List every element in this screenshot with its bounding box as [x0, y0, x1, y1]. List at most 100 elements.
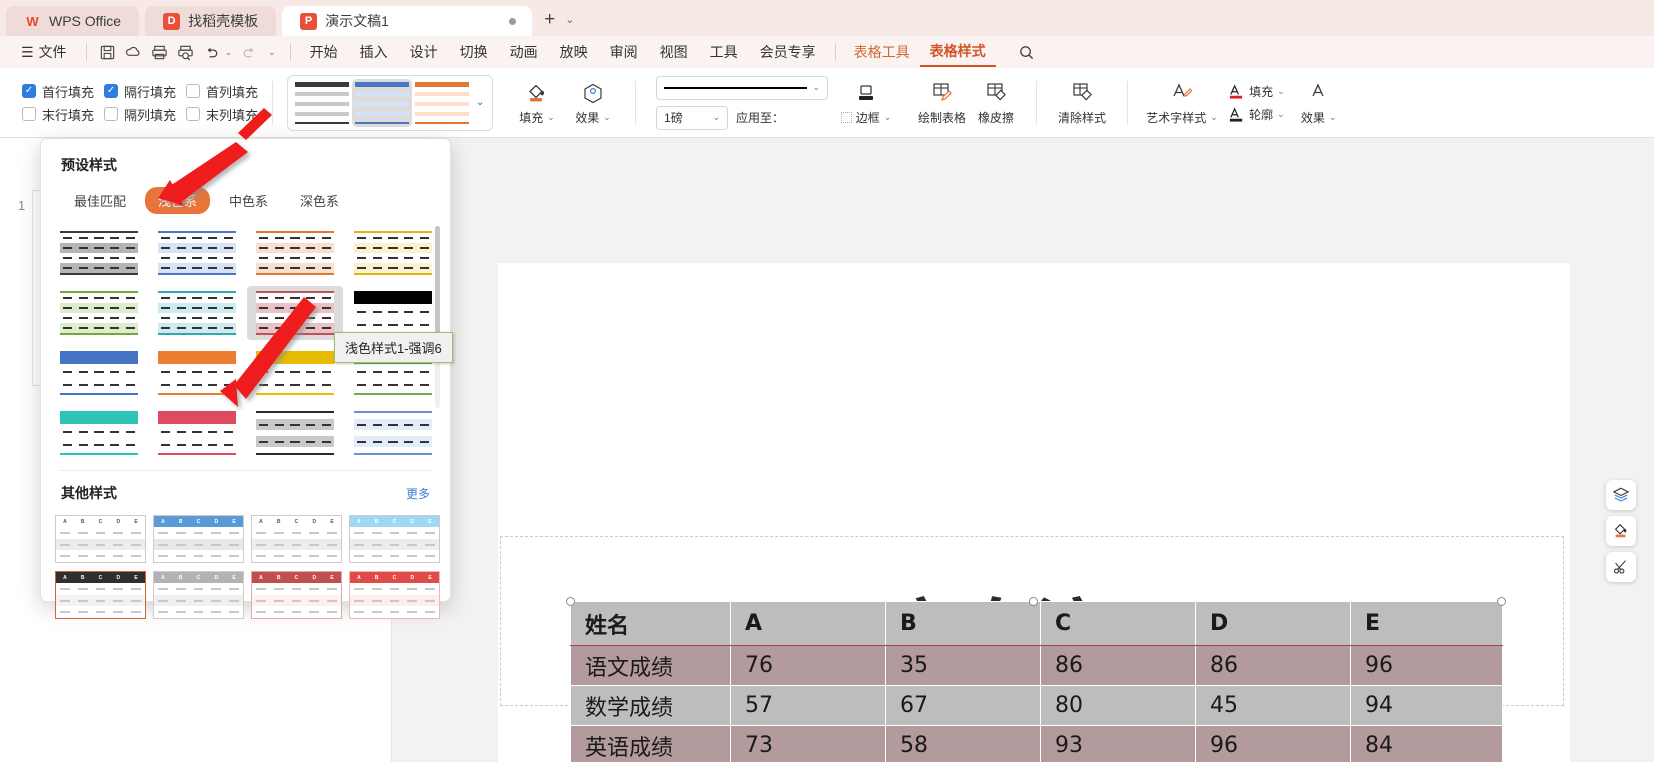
gallery-thumb-blue[interactable]	[352, 79, 412, 127]
other-style-4[interactable]: ABCDE	[349, 515, 440, 563]
text-effect-button[interactable]: 效果⌄	[1291, 74, 1347, 132]
checkbox-banded-columns[interactable]: 隔列填充	[104, 105, 176, 124]
other-style-6[interactable]: ABCDE	[153, 571, 244, 619]
resize-handle-tl[interactable]	[566, 597, 575, 606]
new-tab-button[interactable]: +	[544, 9, 555, 31]
chevron-down-icon[interactable]: ⌄	[547, 112, 555, 123]
app-tab-docer[interactable]: D 找稻壳模板	[145, 6, 276, 36]
table-cell[interactable]: 84	[1351, 726, 1503, 762]
ribbon-tab-design[interactable]: 设计	[399, 39, 449, 65]
print-preview-icon[interactable]	[173, 40, 199, 64]
table-cell[interactable]: 86	[1041, 646, 1196, 686]
table-cell[interactable]: 57	[731, 686, 886, 726]
slide-canvas[interactable]: 空白演示 单击此处输入副标题 姓名 A B C	[498, 263, 1570, 762]
table-header-row[interactable]: 姓名 A B C D E	[571, 602, 1503, 646]
other-style-1[interactable]: ABCDE	[55, 515, 146, 563]
checkbox-first-column-fill[interactable]: 首列填充	[186, 82, 258, 101]
search-icon[interactable]	[1014, 40, 1040, 64]
table-header-cell[interactable]: A	[731, 602, 886, 646]
ribbon-tab-member[interactable]: 会员专享	[749, 39, 827, 65]
redo-icon[interactable]	[236, 40, 262, 64]
save-icon[interactable]	[95, 40, 121, 64]
ribbon-tab-table-style[interactable]: 表格样式	[920, 37, 996, 67]
table-header-cell[interactable]: B	[886, 602, 1041, 646]
category-dark[interactable]: 深色系	[287, 187, 352, 214]
more-commands-icon[interactable]: ⌄	[268, 47, 276, 58]
preset-style-light-style-1-accent3[interactable]	[345, 226, 441, 280]
table-cell-label[interactable]: 语文成绩	[571, 646, 731, 686]
chevron-down-icon[interactable]: ⌄	[1329, 112, 1337, 123]
table-cell-label[interactable]: 英语成绩	[571, 726, 731, 762]
ribbon-tab-review[interactable]: 审阅	[599, 39, 649, 65]
eraser-button[interactable]: 橡皮擦	[970, 74, 1022, 132]
category-best-match[interactable]: 最佳匹配	[61, 187, 139, 214]
chevron-down-icon[interactable]: ⌄	[813, 82, 821, 93]
table-cell[interactable]: 80	[1041, 686, 1196, 726]
clear-style-button[interactable]: 清除样式	[1051, 74, 1113, 132]
selection-pane-button[interactable]	[1606, 552, 1636, 582]
table-cell[interactable]: 35	[886, 646, 1041, 686]
table-cell[interactable]: 58	[886, 726, 1041, 762]
preset-style-light-style-1-accent2[interactable]	[247, 226, 343, 280]
table-header-cell[interactable]: C	[1041, 602, 1196, 646]
table-cell[interactable]: 67	[886, 686, 1041, 726]
table-effect-button[interactable]: 效果⌄	[565, 74, 621, 132]
scrollbar-thumb[interactable]	[435, 226, 440, 334]
preset-style-light-style-2-accent1[interactable]	[51, 346, 147, 400]
preset-style-light-style-1-accent4[interactable]	[51, 286, 147, 340]
chevron-down-icon[interactable]: ⌄	[1277, 109, 1285, 120]
checkbox-banded-rows[interactable]: 隔行填充	[104, 82, 176, 101]
resize-handle-tm[interactable]	[1029, 597, 1038, 606]
ribbon-tab-tools[interactable]: 工具	[699, 39, 749, 65]
chevron-down-icon[interactable]: ⌄	[603, 112, 611, 123]
table-cell[interactable]: 45	[1196, 686, 1351, 726]
table-cell[interactable]: 93	[1041, 726, 1196, 762]
table-cell[interactable]: 96	[1196, 726, 1351, 762]
table-row[interactable]: 语文成绩 76 35 86 86 96	[571, 646, 1503, 686]
print-icon[interactable]	[147, 40, 173, 64]
ribbon-tab-slideshow[interactable]: 放映	[549, 39, 599, 65]
preset-style-light-style-1-none[interactable]	[51, 226, 147, 280]
table-cell[interactable]: 73	[731, 726, 886, 762]
text-fill-button[interactable]: 填充 ⌄	[1228, 83, 1285, 100]
preset-style-light-style-1-accent1[interactable]	[149, 226, 245, 280]
table-style-gallery[interactable]: ⌄	[287, 75, 493, 131]
layers-panel-button[interactable]	[1606, 480, 1636, 510]
undo-icon[interactable]	[199, 40, 225, 64]
ribbon-tab-start[interactable]: 开始	[299, 39, 349, 65]
chevron-down-icon[interactable]: ⌄	[713, 112, 721, 123]
chevron-down-icon[interactable]: ⌄	[1210, 112, 1218, 123]
ribbon-tab-transition[interactable]: 切换	[449, 39, 499, 65]
table-header-cell[interactable]: 姓名	[571, 602, 731, 646]
document-tab-presentation1[interactable]: P 演示文稿1	[282, 6, 532, 36]
chevron-down-icon[interactable]: ⌄	[565, 13, 574, 26]
gallery-expand-icon[interactable]: ⌄	[472, 97, 488, 108]
gallery-thumb-dark-gray[interactable]	[292, 79, 352, 127]
table-cell[interactable]: 86	[1196, 646, 1351, 686]
checkbox-first-row-fill[interactable]: 首行填充	[22, 82, 94, 101]
preset-style-light-style-2-accent5[interactable]	[51, 406, 147, 460]
resize-handle-tr[interactable]	[1497, 597, 1506, 606]
gallery-thumb-orange[interactable]	[412, 79, 472, 127]
text-outline-button[interactable]: 轮廓 ⌄	[1228, 106, 1285, 123]
ribbon-tab-view[interactable]: 视图	[649, 39, 699, 65]
table-cell[interactable]: 94	[1351, 686, 1503, 726]
other-style-2[interactable]: ABCDE	[153, 515, 244, 563]
table-cell[interactable]: 96	[1351, 646, 1503, 686]
table-cell[interactable]: 76	[731, 646, 886, 686]
preset-style-light-style-2-accent6[interactable]	[149, 406, 245, 460]
chevron-down-icon[interactable]: ⌄	[884, 112, 892, 123]
preset-style-light-style-3-none[interactable]	[247, 406, 343, 460]
draw-table-button[interactable]: 绘制表格	[914, 74, 970, 132]
table-row[interactable]: 数学成绩 57 67 80 45 94	[571, 686, 1503, 726]
preset-style-light-style-3-accent1[interactable]	[345, 406, 441, 460]
table-header-cell[interactable]: E	[1351, 602, 1503, 646]
other-styles-more-link[interactable]: 更多	[406, 485, 430, 502]
ribbon-tab-animation[interactable]: 动画	[499, 39, 549, 65]
table-cell-label[interactable]: 数学成绩	[571, 686, 731, 726]
line-weight-select[interactable]: 1磅 ⌄	[656, 106, 728, 130]
checkbox-last-row-fill[interactable]: 末行填充	[22, 105, 94, 124]
file-menu-button[interactable]: ☰ 文件	[10, 39, 78, 65]
ribbon-tab-insert[interactable]: 插入	[349, 39, 399, 65]
other-style-3[interactable]: ABCDE	[251, 515, 342, 563]
